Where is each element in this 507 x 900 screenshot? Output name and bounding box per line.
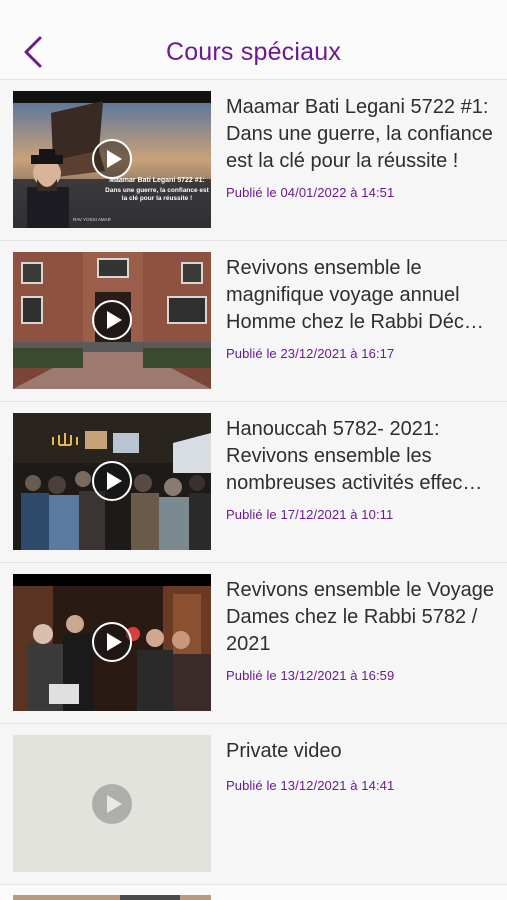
- thumbnail-subcaption: Dans une guerre, la confiance est la clé…: [105, 187, 209, 202]
- thumbnail-author: RAV YOSSI AMAR: [73, 217, 111, 222]
- video-title[interactable]: Private video: [226, 738, 498, 765]
- play-icon[interactable]: [91, 783, 133, 825]
- play-icon[interactable]: [91, 460, 133, 502]
- video-item[interactable]: Revivons ensemble le magnifique voyage a…: [0, 241, 507, 402]
- page-title: Cours spéciaux: [165, 38, 342, 66]
- next-item-peek: [0, 885, 507, 900]
- publish-date: Publié le 13/12/2021 à 16:59: [226, 668, 395, 683]
- video-item[interactable]: Private video Publié le 13/12/2021 à 14:…: [0, 724, 507, 885]
- video-title[interactable]: Maamar Bati Legani 5722 #1: Dans une gue…: [226, 94, 498, 175]
- video-title[interactable]: Hanouccah 5782- 2021: Revivons ensemble …: [226, 416, 498, 497]
- video-thumbnail[interactable]: [13, 252, 211, 389]
- play-icon[interactable]: [91, 138, 133, 180]
- video-title[interactable]: Revivons ensemble le Voyage Dames chez l…: [226, 577, 498, 658]
- publish-date: Publié le 17/12/2021 à 10:11: [226, 507, 394, 522]
- video-thumbnail[interactable]: [13, 735, 211, 872]
- next-thumbnail-edge: [13, 895, 211, 900]
- video-thumbnail[interactable]: [13, 413, 211, 550]
- play-icon[interactable]: [91, 621, 133, 663]
- app-header: Cours spéciaux: [0, 0, 507, 80]
- publish-date: Publié le 13/12/2021 à 14:41: [226, 778, 395, 793]
- video-thumbnail[interactable]: [13, 574, 211, 711]
- video-item[interactable]: Maamar Bati Legani 5722 #1: Dans une gue…: [0, 80, 507, 241]
- video-thumbnail[interactable]: Maamar Bati Legani 5722 #1: Dans une gue…: [13, 91, 211, 228]
- video-item[interactable]: Revivons ensemble le Voyage Dames chez l…: [0, 563, 507, 724]
- play-icon[interactable]: [91, 299, 133, 341]
- video-item[interactable]: Hanouccah 5782- 2021: Revivons ensemble …: [0, 402, 507, 563]
- publish-date: Publié le 04/01/2022 à 14:51: [226, 185, 395, 200]
- video-title[interactable]: Revivons ensemble le magnifique voyage a…: [226, 255, 498, 336]
- video-list: Maamar Bati Legani 5722 #1: Dans une gue…: [0, 80, 507, 885]
- publish-date: Publié le 23/12/2021 à 16:17: [226, 346, 395, 361]
